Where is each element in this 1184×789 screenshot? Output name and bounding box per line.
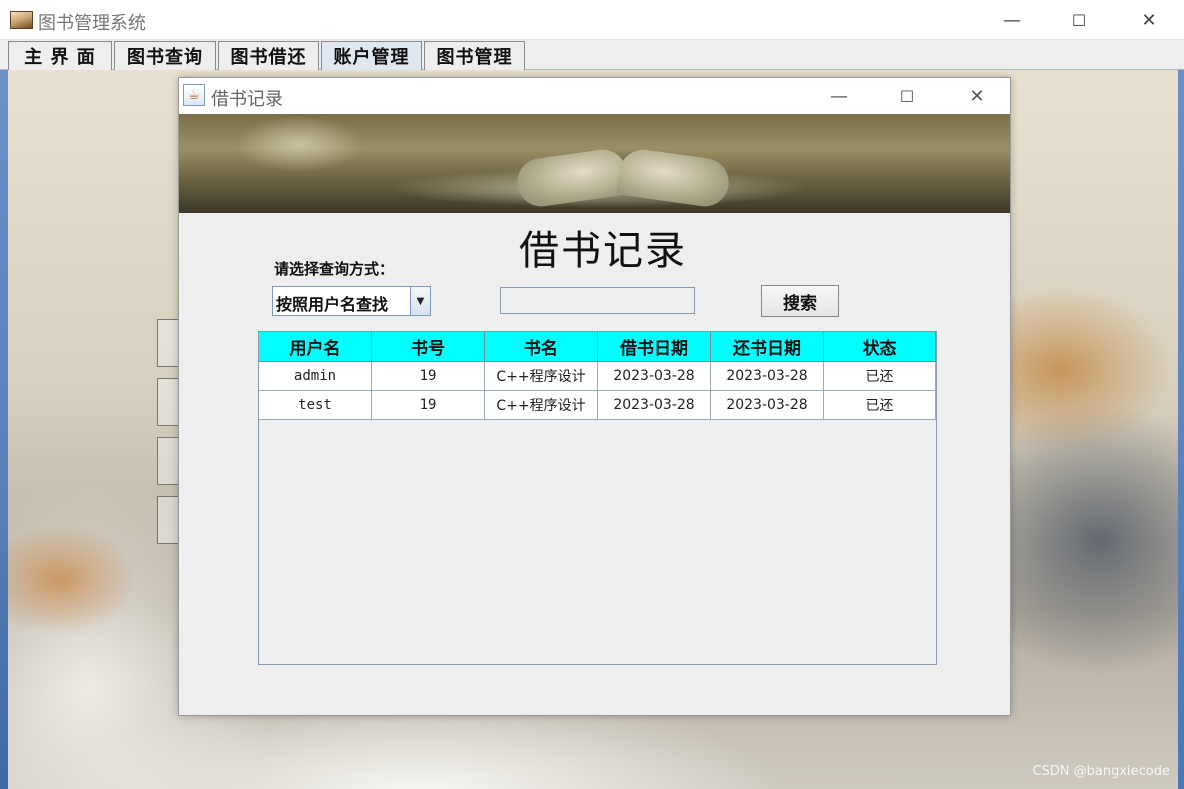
search-button[interactable]: 搜索 bbox=[761, 285, 839, 317]
app-icon bbox=[10, 11, 33, 29]
main-window-title: 图书管理系统 bbox=[38, 13, 146, 34]
background-panel-button bbox=[157, 437, 179, 485]
banner-book-page-left bbox=[514, 146, 630, 210]
desktop-right-edge bbox=[1178, 70, 1184, 789]
background-panel-button bbox=[157, 496, 179, 544]
desktop-left-edge bbox=[0, 70, 8, 789]
column-header-status[interactable]: 状态 bbox=[824, 332, 936, 362]
page-heading: 借书记录 bbox=[519, 228, 687, 274]
cell-username[interactable]: test bbox=[259, 391, 372, 420]
column-header-borrow-date[interactable]: 借书日期 bbox=[598, 332, 711, 362]
tab-borrow-return[interactable]: 图书借还 bbox=[218, 41, 319, 70]
minimize-button[interactable]: — bbox=[992, 4, 1032, 36]
cell-return-date[interactable]: 2023-03-28 bbox=[711, 391, 824, 420]
column-header-return-date[interactable]: 还书日期 bbox=[711, 332, 824, 362]
maximize-button[interactable]: ☐ bbox=[1059, 4, 1099, 36]
column-header-book-name[interactable]: 书名 bbox=[485, 332, 598, 362]
main-titlebar: 图书管理系统 — ☐ ✕ bbox=[0, 0, 1184, 40]
dialog-maximize-button[interactable]: ☐ bbox=[888, 80, 926, 112]
chevron-down-icon[interactable]: ▼ bbox=[410, 287, 430, 315]
cell-borrow-date[interactable]: 2023-03-28 bbox=[598, 362, 711, 391]
background-panel-button bbox=[157, 319, 179, 367]
cell-status[interactable]: 已还 bbox=[824, 362, 936, 391]
banner-book-page-right bbox=[616, 146, 732, 210]
menu-bar: 主 界 面 图书查询 图书借还 账户管理 图书管理 bbox=[0, 40, 1184, 70]
table-header-row: 用户名 书号 书名 借书日期 还书日期 状态 bbox=[259, 332, 936, 362]
table-row[interactable]: admin 19 C++程序设计 2023-03-28 2023-03-28 已… bbox=[259, 362, 936, 391]
close-button[interactable]: ✕ bbox=[1129, 4, 1169, 36]
cell-book-name[interactable]: C++程序设计 bbox=[485, 391, 598, 420]
borrow-records-table: 用户名 书号 书名 借书日期 还书日期 状态 admin 19 C++程序设计 … bbox=[258, 331, 937, 665]
column-header-book-id[interactable]: 书号 bbox=[372, 332, 485, 362]
background-panel-button bbox=[157, 378, 179, 426]
tab-account-management[interactable]: 账户管理 bbox=[321, 41, 422, 70]
cell-book-id[interactable]: 19 bbox=[372, 391, 485, 420]
cell-username[interactable]: admin bbox=[259, 362, 372, 391]
query-method-label: 请选择查询方式： bbox=[274, 260, 395, 278]
dialog-minimize-button[interactable]: — bbox=[820, 80, 858, 112]
column-header-username[interactable]: 用户名 bbox=[259, 332, 372, 362]
tab-book-management[interactable]: 图书管理 bbox=[424, 41, 525, 70]
dialog-title: 借书记录 bbox=[211, 89, 283, 110]
dialog-close-button[interactable]: ✕ bbox=[958, 80, 996, 112]
tab-book-query[interactable]: 图书查询 bbox=[114, 41, 216, 70]
cell-return-date[interactable]: 2023-03-28 bbox=[711, 362, 824, 391]
cell-status[interactable]: 已还 bbox=[824, 391, 936, 420]
watermark: CSDN @bangxiecode bbox=[1032, 764, 1170, 779]
cell-borrow-date[interactable]: 2023-03-28 bbox=[598, 391, 711, 420]
search-input[interactable] bbox=[500, 287, 695, 314]
cell-book-name[interactable]: C++程序设计 bbox=[485, 362, 598, 391]
java-icon: ☕ bbox=[183, 84, 205, 106]
borrow-records-dialog: ☕ 借书记录 — ☐ ✕ 借书记录 请选择查询方式： 按照用户名查找 ▼ 搜索 … bbox=[178, 77, 1011, 716]
banner-image bbox=[179, 114, 1010, 213]
dialog-titlebar: ☕ 借书记录 — ☐ ✕ bbox=[179, 78, 1010, 114]
cell-book-id[interactable]: 19 bbox=[372, 362, 485, 391]
tab-main[interactable]: 主 界 面 bbox=[8, 41, 112, 70]
query-method-select[interactable]: 按照用户名查找 ▼ bbox=[272, 286, 431, 316]
query-method-value: 按照用户名查找 bbox=[276, 295, 389, 314]
table-row[interactable]: test 19 C++程序设计 2023-03-28 2023-03-28 已还 bbox=[259, 391, 936, 420]
